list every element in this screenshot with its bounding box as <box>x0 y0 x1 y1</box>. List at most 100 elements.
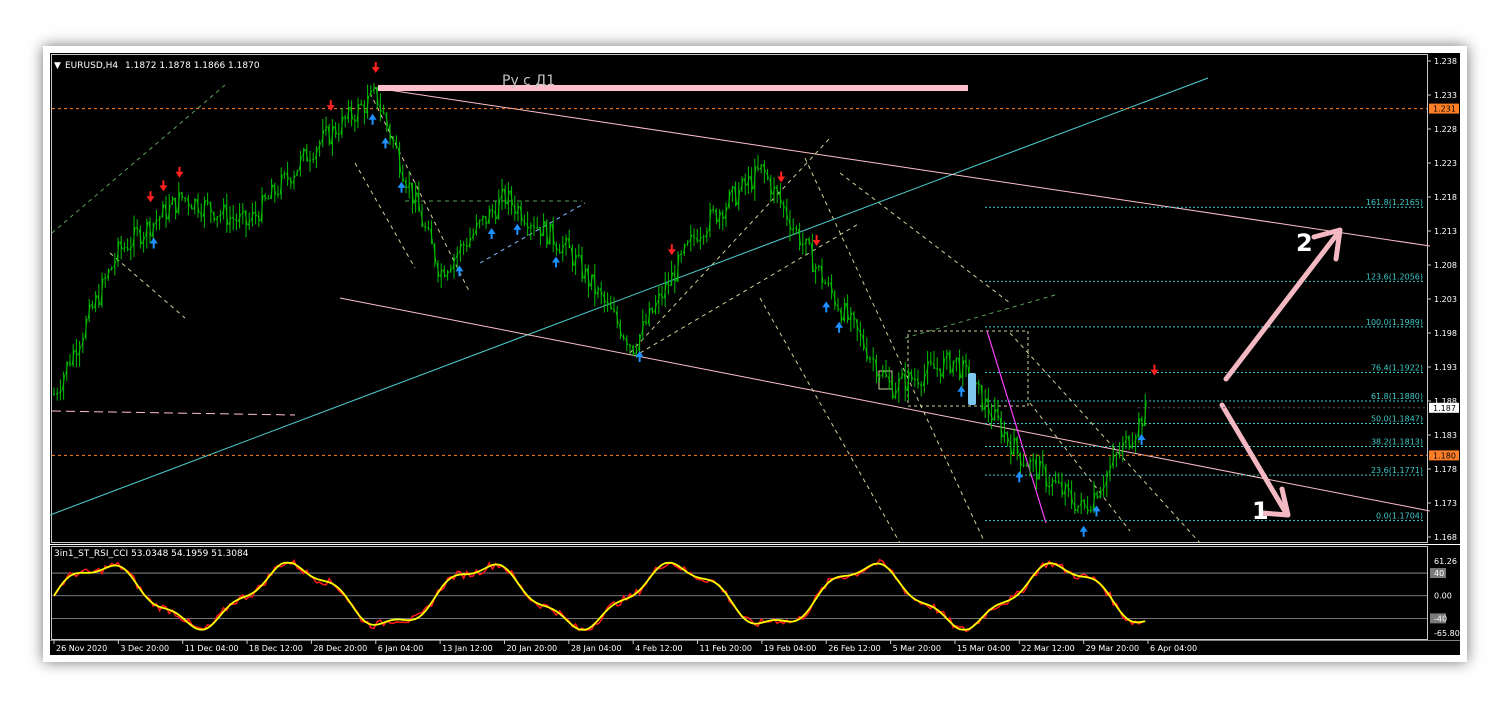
signal-arrows <box>146 62 1159 537</box>
candle-body <box>871 357 875 360</box>
resistance-label: Ру с Д1 <box>502 73 555 89</box>
candle-body <box>1022 464 1025 467</box>
indicator-tick-label: 0.00 <box>1434 592 1452 601</box>
candle-body <box>465 244 469 248</box>
ohlc-label: 1.1872 1.1878 1.1866 1.1870 <box>125 61 260 71</box>
time-tick-label: 28 Jan 04:00 <box>571 644 622 653</box>
candle-body <box>929 361 933 364</box>
candle-body <box>919 383 923 387</box>
buy-arrow-icon <box>149 237 158 249</box>
candle-body <box>679 253 683 256</box>
candles <box>52 83 1147 515</box>
indicator-tick-label: 61.26 <box>1434 557 1457 566</box>
fibo-level-label: 0.0(1.1704) <box>1376 512 1423 521</box>
fibo-level-label: 38.2(1.1813) <box>1371 438 1423 447</box>
sell-arrow-icon <box>146 191 155 203</box>
candle-body <box>795 227 798 230</box>
candle-body <box>1025 464 1029 468</box>
fibo-level-label: 100.0(1.1989) <box>1366 318 1423 327</box>
price-level-label: 1.231 <box>1433 105 1456 114</box>
price-tick-label: 1.213 <box>1434 227 1457 236</box>
scenario-label-1: 1 <box>1252 497 1269 525</box>
ascending-trendline <box>49 77 1209 516</box>
buy-arrow-icon <box>397 181 406 193</box>
candle-body <box>312 158 315 161</box>
indicator-tick-label: -40 <box>1434 614 1447 623</box>
candle-body <box>206 200 209 203</box>
price-tick-label: 1.218 <box>1434 193 1457 202</box>
indicator-tick-label: 40 <box>1434 569 1444 578</box>
buy-arrow-icon <box>957 385 966 397</box>
channel-upper-line <box>374 87 1431 247</box>
symbol-label: EURUSD,H4 <box>65 61 118 71</box>
price-tick-label: 1.223 <box>1434 159 1457 168</box>
indicator-panel: 61.26 40 0.00 -40 -65.80 <box>52 557 1460 638</box>
sell-arrow-icon <box>1150 364 1159 376</box>
time-tick-label: 11 Feb 20:00 <box>700 644 752 653</box>
dashed-channel-lines <box>51 84 1201 544</box>
candle-body <box>1054 479 1057 483</box>
price-tick-label: 1.183 <box>1434 431 1457 440</box>
buy-arrow-icon <box>551 256 560 268</box>
price-tick-label: 1.173 <box>1434 499 1457 508</box>
candle-body <box>219 214 222 217</box>
candle-body <box>1118 453 1121 455</box>
buy-arrow-icon <box>368 113 377 125</box>
candle-body <box>868 357 872 360</box>
sell-arrow-icon <box>812 235 821 247</box>
candle-body <box>827 282 830 285</box>
candle-body <box>823 282 827 285</box>
candle-body <box>878 375 881 378</box>
price-tick-label: 1.168 <box>1434 533 1457 542</box>
candle-body <box>55 392 59 395</box>
candle-body <box>491 209 494 212</box>
fibo-level-label: 50.0(1.1847) <box>1371 414 1423 423</box>
time-tick-label: 13 Jan 12:00 <box>442 644 493 653</box>
price-tick-label: 1.208 <box>1434 261 1457 270</box>
magenta-trendline <box>986 330 1047 524</box>
time-tick-label: 6 Jan 04:00 <box>378 644 424 653</box>
sell-arrow-icon <box>667 244 676 256</box>
candle-body <box>1089 509 1093 512</box>
price-tick-label: 1.238 <box>1434 57 1457 66</box>
price-tick-label: 1.178 <box>1434 465 1457 474</box>
sell-arrow-icon <box>371 62 380 73</box>
price-tick-label: 1.198 <box>1434 329 1457 338</box>
indicator-tick-label: -65.80 <box>1434 629 1460 638</box>
candle-body <box>427 227 430 230</box>
time-tick-label: 19 Feb 04:00 <box>764 644 816 653</box>
candle-body <box>535 226 539 229</box>
time-tick-label: 18 Dec 12:00 <box>249 644 303 653</box>
scenario-label-2: 2 <box>1296 229 1313 257</box>
sell-arrow-icon <box>175 166 184 178</box>
time-axis[interactable]: 26 Nov 2020 3 Dec 20:00 11 Dec 04:00 18 Dec… <box>53 640 1197 653</box>
time-tick-label: 5 Mar 20:00 <box>893 644 941 653</box>
time-tick-label: 6 Apr 04:00 <box>1150 644 1197 653</box>
fibo-level-label: 123.6(1.2056) <box>1366 272 1423 281</box>
main-chart-border <box>51 54 1428 543</box>
indicator-border <box>51 546 1428 640</box>
candle-body <box>913 378 916 380</box>
header-dropdown-icon[interactable]: ▼ <box>54 61 61 71</box>
candle-body <box>308 159 312 162</box>
buy-arrow-icon <box>381 137 390 149</box>
fibo-level-label: 61.8(1.1880) <box>1371 392 1423 401</box>
price-tick-label: 1.193 <box>1434 363 1457 372</box>
time-tick-label: 20 Jan 20:00 <box>506 644 557 653</box>
candle-body <box>423 226 427 229</box>
candle-body <box>791 227 795 231</box>
sell-arrow-icon <box>777 171 786 183</box>
blue-marker <box>968 373 976 405</box>
time-tick-label: 29 Mar 20:00 <box>1086 644 1139 653</box>
chart-window[interactable]: ▼ EURUSD,H4 1.1872 1.1878 1.1866 1.1870 … <box>49 53 1460 655</box>
candle-body <box>283 172 286 176</box>
candle-body <box>462 243 465 246</box>
candle-body <box>1115 453 1118 456</box>
fibo-level-label: 76.4(1.1922) <box>1371 363 1423 372</box>
candle-body <box>628 344 632 347</box>
time-tick-label: 3 Dec 20:00 <box>120 644 169 653</box>
buy-arrow-icon <box>1015 471 1024 483</box>
time-tick-label: 11 Dec 04:00 <box>185 644 239 653</box>
buy-arrow-icon <box>487 227 496 239</box>
time-tick-label: 26 Nov 2020 <box>56 644 107 653</box>
